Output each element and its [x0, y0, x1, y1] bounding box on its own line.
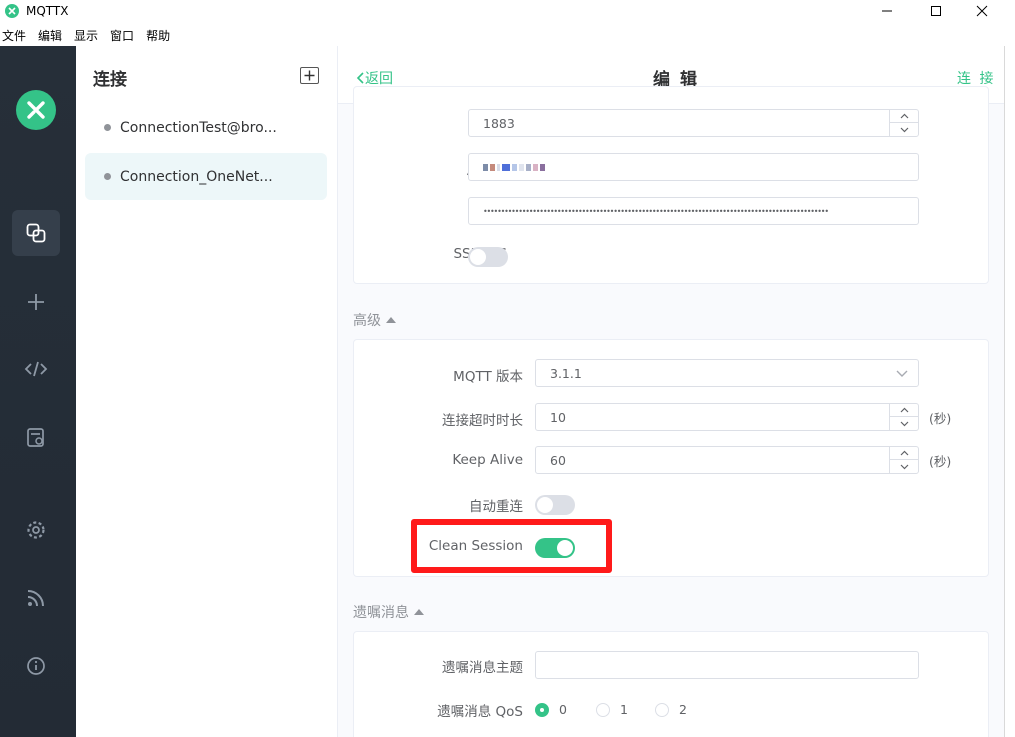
- password-input[interactable]: ••••••••••••••••••••••••••••••••••••••••…: [468, 197, 919, 225]
- window-title: MQTTX: [26, 4, 69, 18]
- title-bar: MQTTX: [0, 0, 1015, 24]
- nav-connections-button[interactable]: [12, 210, 60, 256]
- close-button[interactable]: [971, 2, 993, 20]
- will-qos-label: 遗嘱消息 QoS: [437, 704, 523, 720]
- minimize-button[interactable]: [876, 2, 898, 20]
- qos-radio-2[interactable]: 2: [655, 702, 687, 717]
- info-icon: [27, 657, 45, 675]
- mqttx-logo-icon: [16, 90, 56, 130]
- connect-timeout-input[interactable]: 10: [535, 403, 919, 431]
- port-input[interactable]: 1883: [468, 109, 919, 137]
- keep-alive-unit: (秒): [929, 454, 952, 469]
- will-topic-input[interactable]: [535, 651, 919, 679]
- connections-icon: [26, 223, 46, 243]
- chevron-up-icon[interactable]: [890, 110, 918, 123]
- advanced-title: 高级: [353, 313, 381, 329]
- menu-bar: 文件 编辑 显示 窗口 帮助: [0, 26, 180, 46]
- qos-option-label: 1: [620, 702, 628, 717]
- menu-edit[interactable]: 编辑: [38, 26, 62, 46]
- mqtt-version-select[interactable]: 3.1.1: [535, 359, 919, 387]
- qos-radio-1[interactable]: 1: [596, 702, 628, 717]
- last-will-title: 遗嘱消息: [353, 605, 409, 621]
- will-topic-label: 遗嘱消息主题: [442, 660, 523, 676]
- settings-icon: [27, 521, 45, 539]
- nav-feed-button[interactable]: [12, 575, 60, 621]
- app-logo-icon: [5, 4, 19, 18]
- advanced-section-toggle[interactable]: 高级: [353, 310, 396, 330]
- keep-alive-label: Keep Alive: [452, 452, 523, 468]
- connect-timeout-value: 10: [550, 409, 566, 425]
- chevron-down-icon[interactable]: [890, 123, 918, 136]
- edit-connection-panel: 返回 编 辑 连 接 *端口 1883 用户名: [338, 46, 1004, 737]
- menu-file[interactable]: 文件: [2, 26, 26, 46]
- radio-checked-icon: [535, 702, 549, 717]
- connection-name: Connection_OneNet...: [120, 168, 273, 185]
- keep-alive-value: 60: [550, 452, 566, 468]
- connect-button[interactable]: 连 接: [957, 68, 995, 88]
- caret-up-icon: [414, 609, 424, 615]
- connection-item[interactable]: ConnectionTest@bro...: [85, 104, 327, 151]
- qos-radio-0[interactable]: 0: [535, 702, 567, 717]
- app-window: MQTTX 文件 编辑 显示 窗口 帮助 连接 ConnectionTest@b…: [0, 0, 1015, 737]
- maximize-button[interactable]: [925, 2, 947, 20]
- menu-window[interactable]: 窗口: [110, 26, 134, 46]
- connect-timeout-label: 连接超时时长: [442, 413, 523, 429]
- timeout-stepper[interactable]: [889, 404, 918, 430]
- mqtt-version-label: MQTT 版本: [453, 369, 523, 385]
- last-will-card: 遗嘱消息主题 遗嘱消息 QoS 0 1 2: [353, 631, 989, 737]
- radio-unchecked-icon: [596, 702, 610, 717]
- status-dot-icon: [104, 173, 111, 180]
- log-icon: [27, 428, 44, 447]
- chevron-down-icon[interactable]: [890, 417, 918, 430]
- keepalive-stepper[interactable]: [889, 447, 918, 473]
- keep-alive-input[interactable]: 60: [535, 446, 919, 474]
- auto-reconnect-toggle[interactable]: [535, 495, 575, 515]
- radio-unchecked-icon: [655, 702, 669, 717]
- clean-session-highlight-box: [411, 519, 612, 573]
- plus-icon: [304, 70, 315, 81]
- connection-list-title: 连接: [93, 70, 127, 90]
- chevron-up-icon[interactable]: [890, 447, 918, 460]
- mqtt-version-value: 3.1.1: [550, 365, 582, 381]
- nav-log-button[interactable]: [12, 414, 60, 460]
- general-settings-card: *端口 1883 用户名 密码 ••••••••••••••••••••••••…: [353, 86, 989, 284]
- script-icon: [24, 361, 48, 377]
- port-value: 1883: [483, 115, 515, 131]
- menu-help[interactable]: 帮助: [146, 26, 170, 46]
- left-nav: [0, 46, 76, 737]
- ssl-toggle[interactable]: [468, 247, 508, 267]
- plus-icon: [28, 294, 44, 310]
- auto-reconnect-label: 自动重连: [469, 499, 523, 515]
- qos-option-label: 2: [679, 702, 687, 717]
- nav-script-button[interactable]: [12, 346, 60, 392]
- menu-view[interactable]: 显示: [74, 26, 98, 46]
- last-will-section-toggle[interactable]: 遗嘱消息: [353, 602, 424, 622]
- feed-icon: [27, 590, 44, 607]
- connection-item[interactable]: Connection_OneNet...: [85, 153, 327, 200]
- password-value: ••••••••••••••••••••••••••••••••••••••••…: [483, 206, 829, 216]
- timeout-unit: (秒): [929, 411, 952, 426]
- add-connection-button[interactable]: [300, 67, 319, 84]
- background-window-edge: [1004, 46, 1015, 737]
- port-stepper[interactable]: [889, 110, 918, 136]
- username-input[interactable]: [468, 153, 919, 181]
- qos-option-label: 0: [559, 702, 567, 717]
- caret-up-icon: [386, 317, 396, 323]
- chevron-up-icon[interactable]: [890, 404, 918, 417]
- chevron-down-icon[interactable]: [890, 460, 918, 473]
- nav-about-button[interactable]: [12, 643, 60, 689]
- nav-settings-button[interactable]: [12, 507, 60, 553]
- status-dot-icon: [104, 124, 111, 131]
- username-redacted: [483, 163, 545, 171]
- connection-name: ConnectionTest@bro...: [120, 119, 277, 136]
- nav-new-connection-button[interactable]: [12, 279, 60, 325]
- connection-list-panel: 连接 ConnectionTest@bro... Connection_OneN…: [76, 46, 338, 737]
- chevron-down-icon: [896, 370, 908, 377]
